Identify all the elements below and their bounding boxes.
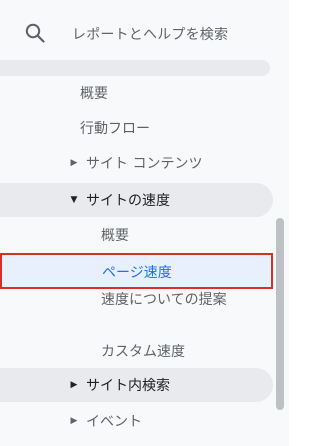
caret-down-icon: ▼ [70, 195, 78, 205]
search-input[interactable]: レポートとヘルプを検索 [72, 24, 228, 44]
sidebar-item-label: サイトの速度 [86, 193, 170, 209]
search-icon[interactable] [24, 22, 46, 44]
sidebar-item-behavior-flow[interactable]: 行動フロー [0, 111, 273, 145]
sidebar-item-behavior-overview[interactable]: 概要 [0, 76, 273, 110]
sidebar-panel: レポートとヘルプを検索 概要 行動フロー ▶ サイト コンテンツ ▼ サイトの速… [0, 0, 289, 446]
search-bar[interactable]: レポートとヘルプを検索 [0, 0, 289, 62]
caret-right-icon: ▶ [70, 158, 78, 168]
sidebar-item-label: ページ速度 [102, 265, 172, 281]
sidebar-item-label: サイト内検索 [86, 378, 170, 394]
sidebar-item-label: 速度についての提案 [101, 292, 227, 308]
sidebar-item-label: 概要 [101, 228, 129, 244]
sidebar-item-label: カスタム速度 [101, 344, 185, 360]
sidebar-item-custom-speed[interactable]: カスタム速度 [0, 334, 273, 368]
sidebar-item-label: 概要 [80, 86, 108, 102]
section-divider [0, 60, 270, 76]
sidebar-item-label: 行動フロー [80, 121, 150, 137]
sidebar-item-site-search[interactable]: ▶ サイト内検索 [0, 368, 273, 402]
sidebar-item-label: サイト コンテンツ [86, 156, 203, 172]
sidebar-item-page-timings[interactable]: ページ速度 [0, 253, 273, 289]
sidebar-item-label: イベント [86, 414, 142, 430]
scrollbar[interactable] [276, 218, 284, 410]
caret-right-icon: ▶ [70, 416, 78, 426]
sidebar-item-site-content[interactable]: ▶ サイト コンテンツ [0, 146, 273, 180]
sidebar-item-events[interactable]: ▶ イベント [0, 404, 273, 438]
sidebar-item-site-speed[interactable]: ▼ サイトの速度 [0, 183, 273, 217]
scrollbar-thumb[interactable] [276, 218, 284, 410]
caret-right-icon: ▶ [70, 380, 78, 390]
sidebar-item-speed-suggestions[interactable]: 速度についての提案 [101, 289, 271, 312]
sidebar-item-speed-overview[interactable]: 概要 [0, 218, 273, 252]
